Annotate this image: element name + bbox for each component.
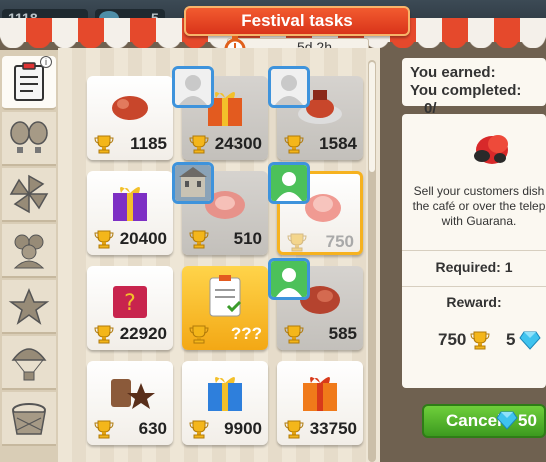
laurel-star-icon [8, 288, 50, 325]
task-points: 585 [328, 324, 357, 343]
blue-gift-icon [208, 377, 242, 411]
divider [402, 250, 546, 251]
info-icon[interactable]: i [40, 56, 52, 68]
profile-placeholder-icon [172, 66, 214, 108]
orange-gift-icon [303, 377, 337, 411]
pinwheel-icon [9, 174, 49, 214]
task-tile[interactable]: 9900 [182, 361, 268, 445]
task-points: 22920 [119, 324, 167, 343]
clipboard-icon [14, 62, 44, 101]
friend-avatar-icon [268, 162, 310, 204]
tab-people[interactable] [2, 224, 56, 278]
task-tile[interactable]: ??? [182, 266, 268, 350]
earned-label: You earned: [410, 64, 496, 81]
trophy-icon [94, 230, 114, 249]
trophy-icon [189, 420, 209, 439]
progress-summary: You earned: You completed: 0/ [402, 58, 546, 117]
purple-gift-icon [113, 187, 147, 221]
trophy-icon [470, 331, 490, 350]
reward-gems: 5 [506, 330, 516, 349]
location-photo-badge [172, 162, 214, 204]
trophy-icon [284, 325, 304, 344]
required-count: Required: 1 [435, 259, 513, 275]
task-tile[interactable]: 33750 [277, 361, 363, 445]
divider [402, 286, 546, 287]
tab-parachute[interactable] [2, 336, 56, 390]
scrollbar-thumb[interactable] [369, 62, 375, 172]
gem-icon [519, 331, 541, 350]
trophy-icon [189, 135, 209, 154]
task-points: 510 [233, 229, 262, 248]
trophy-icon [94, 325, 114, 344]
task-points: 1584 [319, 134, 357, 153]
mystery-gift-icon: ? [113, 286, 147, 318]
task-points: ??? [230, 324, 262, 343]
cancel-label: Cancel [446, 411, 502, 430]
parachute-icon [11, 348, 47, 381]
task-points: 9900 [224, 419, 262, 438]
task-points: 24300 [214, 134, 262, 153]
friend-avatar-icon [268, 258, 310, 300]
task-points: 1185 [130, 134, 167, 153]
task-points: 750 [325, 232, 354, 251]
task-description: Sell your customers dish the café or ove… [412, 184, 546, 228]
reward-label: Reward: [446, 294, 502, 310]
task-tile[interactable]: 630 [87, 361, 173, 445]
task-card-icon [209, 275, 242, 317]
meat-item-icon [474, 135, 508, 164]
trophy-icon [94, 420, 114, 439]
task-points: 33750 [309, 419, 357, 438]
task-tile[interactable]: 1185 [87, 76, 173, 160]
task-points: 630 [138, 419, 167, 438]
category-sidebar: i [0, 50, 58, 462]
basket-icon [12, 403, 46, 435]
gem-icon [496, 411, 518, 430]
trophy-icon [94, 135, 114, 154]
task-tile[interactable]: ? 22920 [87, 266, 173, 350]
tab-pinwheel[interactable] [2, 168, 56, 222]
trophy-icon [287, 233, 307, 252]
profile-placeholder-icon [268, 66, 310, 108]
cancel-cost: 50 [518, 411, 537, 430]
tab-laurel-star[interactable] [2, 280, 56, 334]
coffee-anise-icon [111, 379, 155, 409]
completed-label: You completed: [410, 82, 522, 99]
svg-text:?: ? [124, 291, 136, 316]
task-points: 20400 [119, 229, 167, 248]
reward-points: 750 [438, 330, 467, 349]
trophy-icon [189, 230, 209, 249]
balloons-icon [10, 121, 48, 153]
tab-balloons[interactable] [2, 112, 56, 166]
task-tile[interactable]: 20400 [87, 171, 173, 255]
page-title: Festival tasks [184, 6, 410, 36]
people-icon [13, 234, 45, 269]
sausage-icon [112, 96, 148, 120]
trophy-icon [284, 420, 304, 439]
tab-basket[interactable] [2, 392, 56, 446]
completed-row: You completed: 0/ [402, 82, 546, 118]
trophy-icon [189, 325, 209, 344]
trophy-icon [284, 135, 304, 154]
